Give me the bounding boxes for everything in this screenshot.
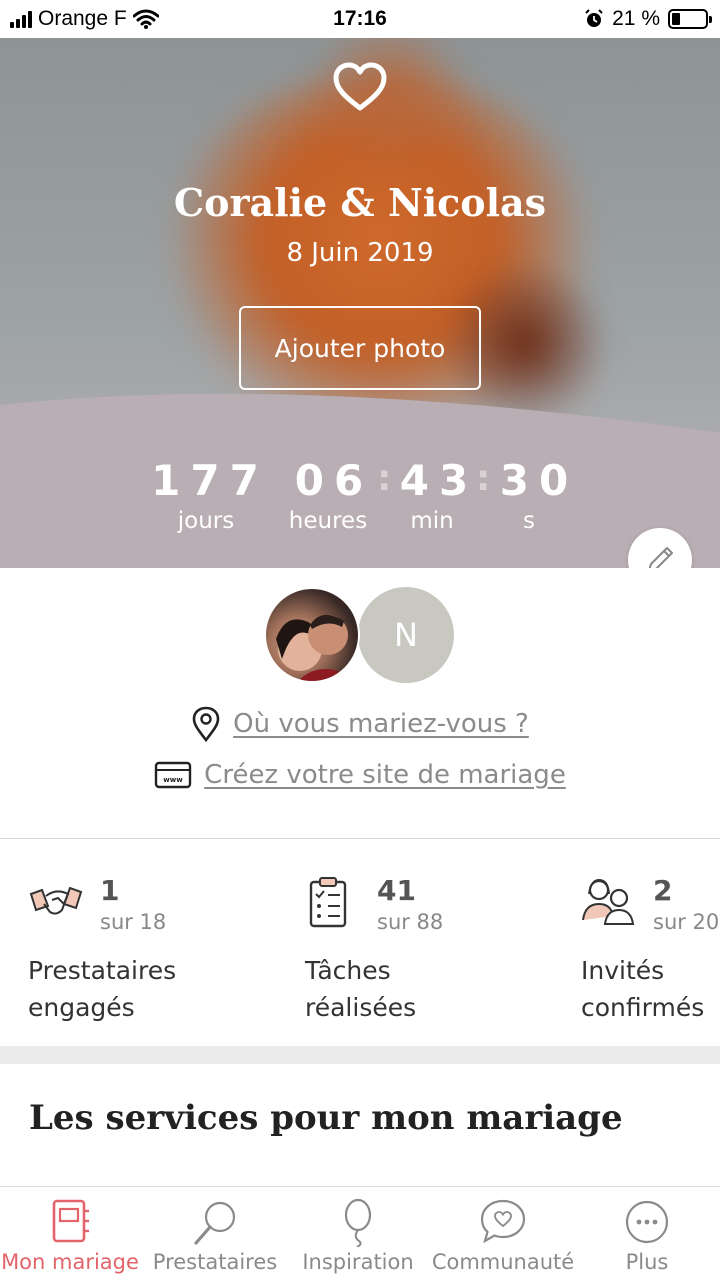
- stat-vendors-total: sur 18: [100, 910, 167, 934]
- notebook-icon: [52, 1199, 89, 1243]
- countdown-hours-label: heures: [288, 508, 368, 534]
- website-link-row[interactable]: www Créez votre site de mariage: [0, 760, 720, 790]
- venue-link[interactable]: Où vous mariez-vous ?: [233, 709, 529, 739]
- stat-tasks[interactable]: 41 sur 88 Tâches réalisées: [305, 860, 585, 1046]
- stat-vendors-label: Prestataires engagés: [28, 952, 176, 1026]
- countdown-seconds-label: s: [523, 508, 535, 534]
- chat-heart-icon: [480, 1199, 526, 1244]
- countdown-minutes: 43: [399, 456, 479, 505]
- heart-logo-icon: [333, 62, 387, 111]
- tab-label: Inspiration: [302, 1250, 414, 1274]
- countdown-separator: :: [377, 458, 392, 499]
- countdown-days-label: jours: [177, 508, 235, 534]
- countdown-separator: :: [476, 458, 491, 499]
- tab-plus[interactable]: Plus: [580, 1187, 714, 1280]
- stat-vendors-label-line1: Prestataires: [28, 956, 177, 985]
- guests-icon: [582, 878, 635, 925]
- more-icon: [625, 1200, 669, 1244]
- stats-row: 1 sur 18 Prestataires engagés 41 sur 88 …: [0, 860, 720, 1046]
- stat-tasks-label-line1: Tâches: [305, 956, 391, 985]
- magnifier-icon: [194, 1201, 236, 1245]
- stat-guests-total: sur 20: [653, 910, 720, 934]
- stat-tasks-label: Tâches réalisées: [305, 952, 416, 1026]
- tab-communaute[interactable]: Communauté: [431, 1187, 575, 1280]
- pencil-icon: [648, 547, 673, 568]
- battery-icon: [668, 9, 712, 29]
- services-section-title: Les services pour mon mariage: [29, 1098, 623, 1138]
- checklist-icon: [309, 877, 347, 928]
- tab-inspiration[interactable]: Inspiration: [288, 1187, 428, 1280]
- balloon-icon: [344, 1198, 372, 1247]
- couple-names: Coralie & Nicolas: [173, 180, 547, 225]
- stat-tasks-count: 41: [377, 874, 416, 907]
- countdown-hours: 06: [294, 456, 374, 505]
- add-photo-button[interactable]: Ajouter photo: [239, 306, 481, 390]
- partner-avatar[interactable]: N: [358, 587, 454, 683]
- stat-tasks-total: sur 88: [377, 910, 444, 934]
- stat-guests-label-line1: Invités: [581, 956, 665, 985]
- tab-label: Plus: [625, 1250, 669, 1274]
- section-separator: [0, 1046, 720, 1064]
- status-right: 21 %: [584, 7, 712, 31]
- stat-vendors-label-line2: engagés: [28, 993, 135, 1022]
- user-avatar-photo[interactable]: [264, 587, 360, 683]
- battery-percent: 21 %: [612, 7, 660, 30]
- countdown-days: 177: [151, 456, 269, 505]
- section-divider: [0, 838, 720, 839]
- countdown-minutes-label: min: [410, 508, 454, 534]
- tab-mon-mariage[interactable]: Mon mariage: [0, 1187, 140, 1280]
- tab-label: Mon mariage: [1, 1250, 139, 1274]
- handshake-icon: [29, 886, 83, 915]
- bottom-tab-bar: Mon mariage Prestataires Inspiration Com…: [0, 1186, 720, 1280]
- countdown-seconds: 30: [499, 456, 579, 505]
- tab-label: Prestataires: [152, 1250, 278, 1274]
- wedding-date: 8 Juin 2019: [286, 238, 434, 268]
- location-pin-icon: [192, 706, 220, 742]
- hero-banner: Coralie & Nicolas 8 Juin 2019 Ajouter ph…: [0, 38, 720, 568]
- venue-link-row[interactable]: Où vous mariez-vous ?: [0, 706, 720, 742]
- stat-guests-label: Invités confirmés: [581, 952, 704, 1026]
- svg-text:www: www: [163, 776, 183, 784]
- stat-guests-count: 2: [653, 874, 673, 907]
- alarm-icon: [585, 9, 603, 27]
- status-bar: Orange F 17:16 21 %: [0, 0, 720, 38]
- tab-label: Communauté: [431, 1250, 575, 1274]
- stat-vendors-count: 1: [100, 874, 120, 907]
- couple-avatars: N: [0, 585, 720, 685]
- create-website-link[interactable]: Créez votre site de mariage: [204, 760, 566, 790]
- tab-prestataires[interactable]: Prestataires: [145, 1187, 285, 1280]
- website-icon: www: [154, 761, 192, 789]
- avatar-photo-image: [276, 614, 353, 681]
- stat-guests[interactable]: 2 sur 20 Invités confirmés: [581, 860, 720, 1046]
- countdown: 177 jours 06 heures : 43 min : 30 s: [0, 456, 720, 546]
- stat-tasks-label-line2: réalisées: [305, 993, 417, 1022]
- stat-vendors[interactable]: 1 sur 18 Prestataires engagés: [28, 860, 308, 1046]
- stat-guests-label-line2: confirmés: [581, 993, 705, 1022]
